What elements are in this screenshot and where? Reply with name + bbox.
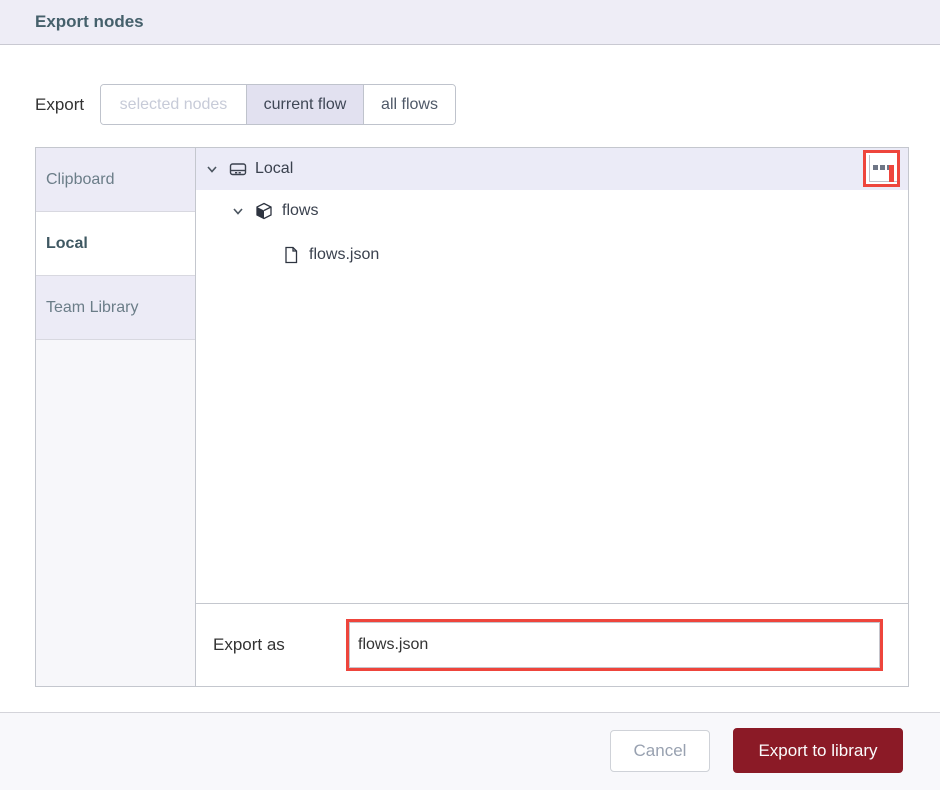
dialog-header: Export nodes (0, 0, 940, 45)
export-scope-row: Export selected nodes current flow all f… (35, 84, 456, 125)
option-selected-nodes[interactable]: selected nodes (101, 85, 247, 124)
tab-local[interactable]: Local (36, 212, 195, 276)
library-browser: Clipboard Local Team Library Local flows… (35, 147, 909, 687)
package-icon (256, 202, 272, 220)
tab-clipboard[interactable]: Clipboard (36, 148, 195, 212)
dialog-footer: Cancel Export to library (0, 712, 940, 790)
highlight-mark (889, 165, 894, 182)
tree-file-row[interactable]: flows.json (196, 240, 908, 270)
library-sidebar: Clipboard Local Team Library (36, 148, 196, 686)
tree-root-row[interactable]: Local (196, 148, 908, 190)
file-icon (285, 246, 298, 264)
dialog-title: Export nodes (35, 12, 144, 31)
export-as-label: Export as (213, 635, 285, 654)
option-current-flow[interactable]: current flow (247, 85, 364, 124)
tree-menu-button[interactable] (863, 150, 900, 187)
export-scope-group: selected nodes current flow all flows (100, 84, 456, 125)
option-all-flows[interactable]: all flows (364, 85, 455, 124)
filename-input[interactable] (349, 622, 880, 668)
tab-team-library[interactable]: Team Library (36, 276, 195, 340)
tree-root-label: Local (255, 160, 294, 177)
chevron-down-icon[interactable] (205, 162, 219, 176)
tree-file-label: flows.json (309, 246, 380, 263)
chevron-down-icon[interactable] (231, 204, 245, 218)
cancel-button[interactable]: Cancel (610, 730, 710, 772)
export-scope-label: Export (35, 94, 85, 114)
export-as-row: Export as (196, 603, 908, 686)
export-to-library-button[interactable]: Export to library (733, 728, 903, 773)
hard-drive-icon (229, 163, 247, 176)
tree-folder-row[interactable]: flows (196, 196, 908, 226)
library-tree-pane: Local flows flows.json Export as flows.j… (196, 148, 908, 686)
filename-input-highlight (346, 619, 883, 671)
tree-folder-label: flows (282, 202, 319, 219)
